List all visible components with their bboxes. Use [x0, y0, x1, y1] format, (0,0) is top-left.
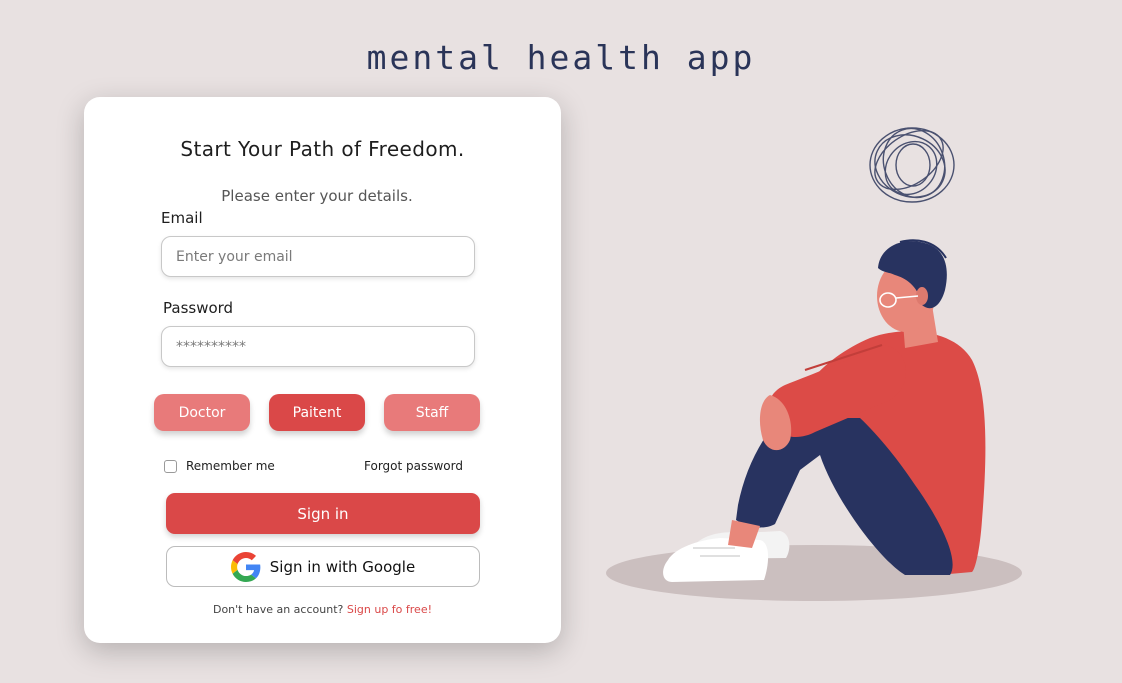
google-sign-in-button[interactable]: Sign in with Google [166, 546, 480, 587]
google-sign-in-label: Sign in with Google [269, 557, 416, 576]
remember-label: Remember me [186, 459, 275, 473]
email-label: Email [161, 209, 203, 227]
role-patient-button[interactable]: Paitent [269, 394, 365, 431]
google-icon [230, 551, 261, 582]
password-label: Password [163, 299, 234, 317]
password-field[interactable] [161, 326, 475, 367]
signup-prompt: Don't have an account? [212, 603, 344, 616]
sign-in-button[interactable]: Sign in [166, 493, 480, 534]
remember-me: Remember me [164, 459, 275, 473]
forgot-password-link[interactable]: Forgot password [364, 459, 463, 473]
role-doctor-button[interactable]: Doctor [154, 394, 250, 431]
email-field[interactable] [161, 236, 475, 277]
login-subheading: Please enter your details. [221, 187, 413, 205]
role-staff-button[interactable]: Staff [384, 394, 480, 431]
app-title: mental health app [366, 38, 756, 77]
signup-link[interactable]: Sign up fo free! [347, 603, 432, 616]
remember-checkbox[interactable] [164, 459, 177, 473]
login-heading: Start Your Path of Freedom. [180, 137, 465, 161]
signup-row: Don't have an account? Sign up fo free! [84, 603, 561, 616]
sad-person-illustration [606, 127, 1022, 601]
worry-scribble-icon [869, 127, 955, 203]
